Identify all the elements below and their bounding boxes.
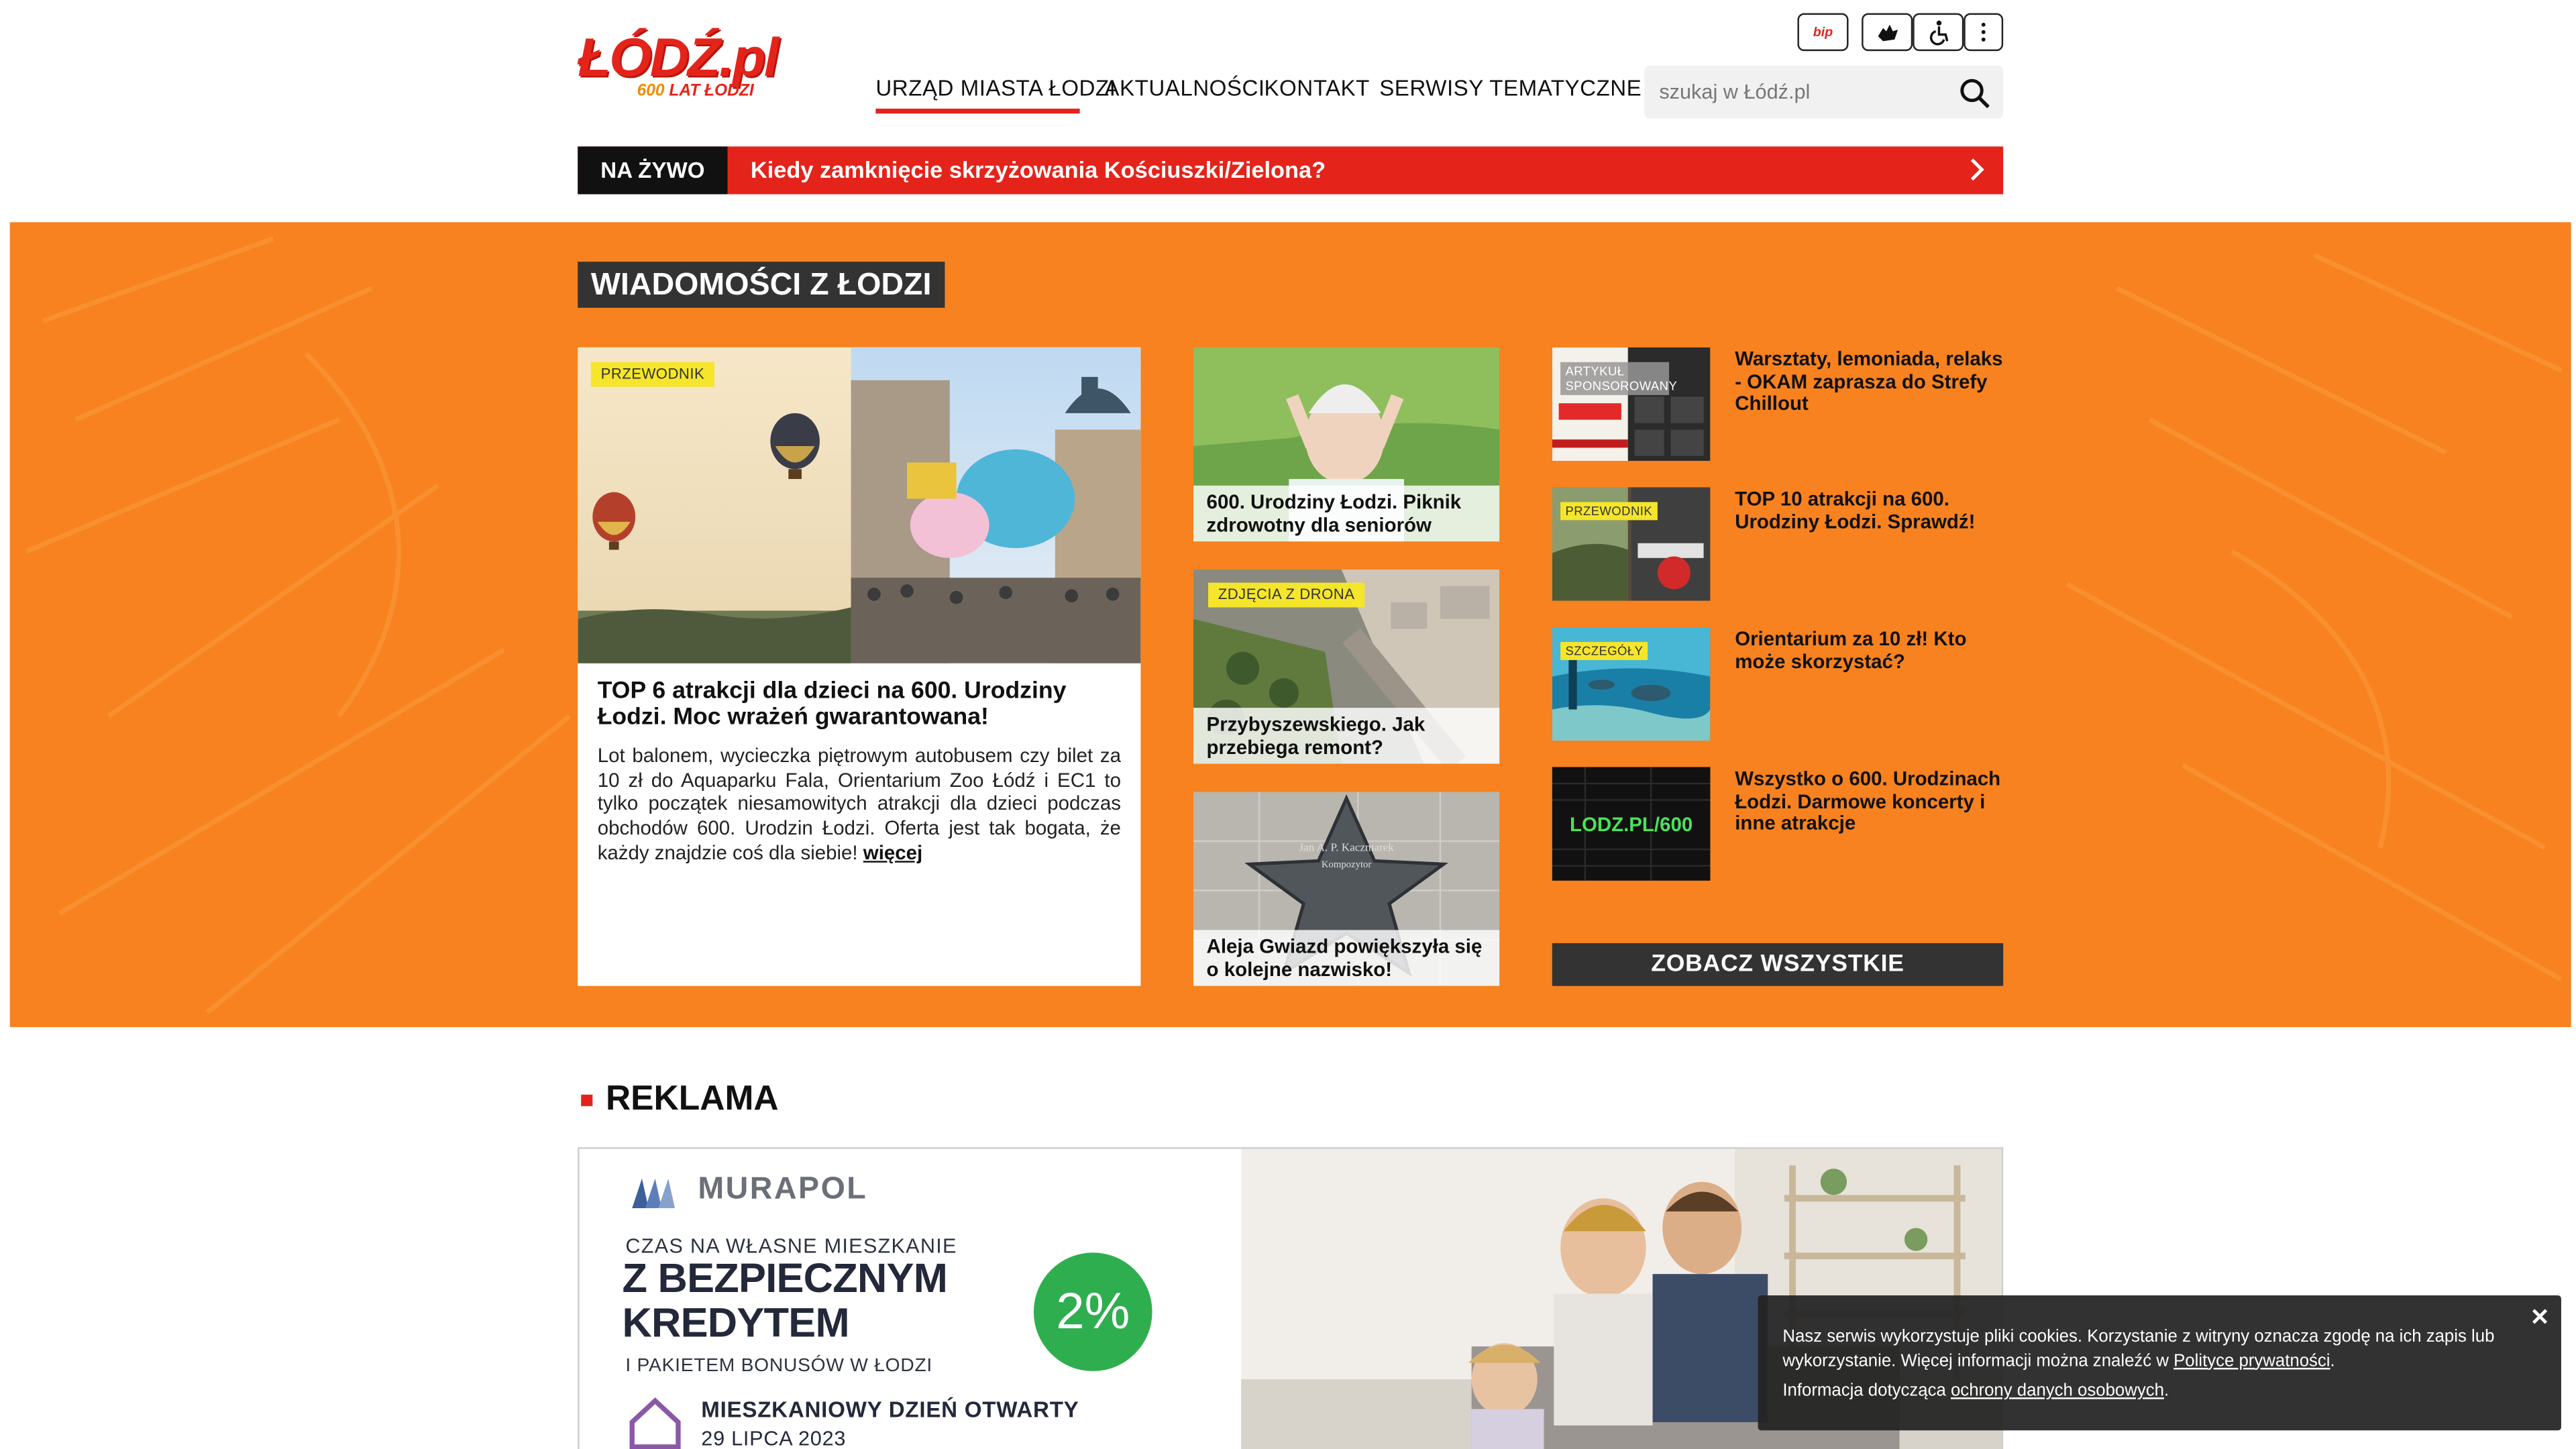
mid-article-tag[interactable]: ZDJĘCIA Z DRONA bbox=[1208, 582, 1365, 608]
ad-headline: Z BEZPIECZNYM bbox=[622, 1256, 948, 1302]
ad-copy: MURAPOL CZAS NA WŁASNE MIESZKANIE Z BEZP… bbox=[579, 1148, 1242, 1449]
side-article-tag[interactable]: ARTYKUŁ SPONSOROWANY bbox=[1560, 362, 1677, 395]
nav-item-aktualnosci[interactable]: AKTUALNOŚCI bbox=[1104, 76, 1265, 101]
cookie-text: Informacja dotycząca ochrony danych osob… bbox=[1782, 1381, 2169, 1401]
mid-article-card[interactable]: Jan A. P. Kaczmarek Kompozytor Aleja Gwi… bbox=[1193, 792, 1500, 986]
more-vertical-icon[interactable] bbox=[1964, 13, 2004, 52]
nav-item-kontakt[interactable]: KONTAKT bbox=[1264, 76, 1369, 101]
side-article-item[interactable]: ARTYKUŁ SPONSOROWANY Warsztaty, lemoniad… bbox=[1552, 347, 2003, 462]
section-title: WIADOMOŚCI Z ŁODZI bbox=[578, 262, 945, 308]
logo-tagline: 600 LAT ŁODZI bbox=[637, 82, 754, 101]
wheelchair-icon[interactable] bbox=[1913, 13, 1964, 52]
ad-heading-text: REKLAMA bbox=[605, 1079, 779, 1118]
main-article-card[interactable]: PRZEWODNIK TOP 6 atrakcji dla dzieci na … bbox=[578, 347, 1141, 986]
ad-heading-marker bbox=[581, 1093, 593, 1106]
live-ticker[interactable]: NA ŻYWO Kiedy zamknięcie skrzyżowania Ko… bbox=[578, 146, 2004, 195]
murapol-logo-icon bbox=[632, 1178, 676, 1209]
ad-line: CZAS NA WŁASNE MIESZKANIE bbox=[625, 1234, 957, 1258]
main-article-title[interactable]: TOP 6 atrakcji dla dzieci na 600. Urodzi… bbox=[598, 678, 1124, 731]
cookie-text: Nasz serwis wykorzystuje pliki cookies. … bbox=[1782, 1326, 2495, 1371]
nav-item-label: SERWISY TEMATYCZNE bbox=[1379, 75, 1642, 101]
side-article-tag[interactable]: PRZEWODNIK bbox=[1560, 502, 1658, 521]
search-box bbox=[1644, 66, 2004, 119]
see-all-button[interactable]: ZOBACZ WSZYSTKIE bbox=[1552, 943, 2004, 986]
cookie-notice: ✕ Nasz serwis wykorzystuje pliki cookies… bbox=[1758, 1295, 2561, 1431]
side-article-tag[interactable]: SZCZEGÓŁY bbox=[1560, 641, 1648, 660]
live-headline[interactable]: Kiedy zamknięcie skrzyżowania Kościuszki… bbox=[751, 156, 1326, 182]
side-article-thumb[interactable]: LODZ.PL/600 bbox=[1552, 767, 1711, 881]
read-more-link[interactable]: więcej bbox=[863, 841, 922, 863]
ad-line: 29 LIPCA 2023 bbox=[701, 1427, 847, 1449]
search-icon[interactable] bbox=[1957, 76, 1993, 112]
main-article-tag[interactable]: PRZEWODNIK bbox=[590, 362, 714, 387]
ad-brand: MURAPOL bbox=[698, 1172, 868, 1207]
live-label: NA ŻYWO bbox=[578, 146, 728, 195]
ad-headline: KREDYTEM bbox=[622, 1300, 849, 1347]
main-article-lead: Lot balonem, wycieczka piętrowym autobus… bbox=[597, 744, 1121, 864]
side-article-title[interactable]: Wszystko o 600. Urodzinach Łodzi. Darmow… bbox=[1735, 767, 2003, 835]
site-logo[interactable]: ŁÓDŹ.pl 600 LAT ŁODZI bbox=[578, 29, 779, 105]
nav-item-urzad-miasta[interactable]: URZĄD MIASTA ŁODZI bbox=[875, 76, 1116, 101]
side-article-title[interactable]: TOP 10 atrakcji na 600. Urodziny Łodzi. … bbox=[1735, 488, 2003, 533]
side-article-item[interactable]: LODZ.PL/600 Wszystko o 600. Urodzinach Ł… bbox=[1552, 767, 2003, 881]
nav-active-indicator bbox=[875, 108, 1080, 114]
data-protection-link[interactable]: ochrony danych osobowych bbox=[1951, 1381, 2164, 1401]
search-input[interactable] bbox=[1644, 66, 1941, 119]
ad-line: I PAKIETEM BONUSÓW W ŁODZI bbox=[625, 1356, 933, 1377]
ad-heading: REKLAMA bbox=[581, 1079, 779, 1120]
side-article-item[interactable]: SZCZEGÓŁY Orientarium za 10 zł! Kto może… bbox=[1552, 627, 2003, 741]
mid-article-title[interactable]: Aleja Gwiazd powiększyła się o kolejne n… bbox=[1193, 930, 1500, 986]
main-article-image[interactable] bbox=[578, 347, 1141, 663]
sign-language-icon[interactable] bbox=[1862, 13, 1913, 52]
privacy-policy-link[interactable]: Polityce prywatności bbox=[2174, 1350, 2330, 1370]
side-article-title[interactable]: Warsztaty, lemoniada, relaks - OKAM zapr… bbox=[1735, 348, 2003, 415]
thumb-caption: LODZ.PL/600 bbox=[1570, 814, 1693, 836]
logo-text: ŁÓDŹ.pl bbox=[578, 26, 779, 88]
mid-article-title[interactable]: Przybyszewskiego. Jak przebiega remont? bbox=[1193, 708, 1500, 764]
bip-icon[interactable]: bip bbox=[1797, 13, 1849, 52]
mid-article-title[interactable]: 600. Urodziny Łodzi. Piknik zdrowotny dl… bbox=[1193, 485, 1500, 542]
mid-article-card[interactable]: 600. Urodziny Łodzi. Piknik zdrowotny dl… bbox=[1193, 347, 1500, 542]
house-icon bbox=[629, 1397, 681, 1449]
mid-article-card[interactable]: ZDJĘCIA Z DRONA Przybyszewskiego. Jak pr… bbox=[1193, 569, 1500, 764]
star-name: Jan A. P. Kaczmarek bbox=[1299, 841, 1394, 854]
side-article-title[interactable]: Orientarium za 10 zł! Kto może skorzysta… bbox=[1735, 627, 2003, 673]
side-article-item[interactable]: PRZEWODNIK TOP 10 atrakcji na 600. Urodz… bbox=[1552, 487, 2003, 601]
nav-item-serwisy-tematyczne[interactable]: SERWISY TEMATYCZNE bbox=[1379, 76, 1664, 101]
star-role: Kompozytor bbox=[1322, 859, 1371, 870]
ad-line: MIESZKANIOWY DZIEŃ OTWARTY bbox=[701, 1397, 1079, 1422]
chevron-right-icon[interactable] bbox=[1967, 158, 1986, 181]
ad-badge: 2% bbox=[1033, 1252, 1152, 1371]
